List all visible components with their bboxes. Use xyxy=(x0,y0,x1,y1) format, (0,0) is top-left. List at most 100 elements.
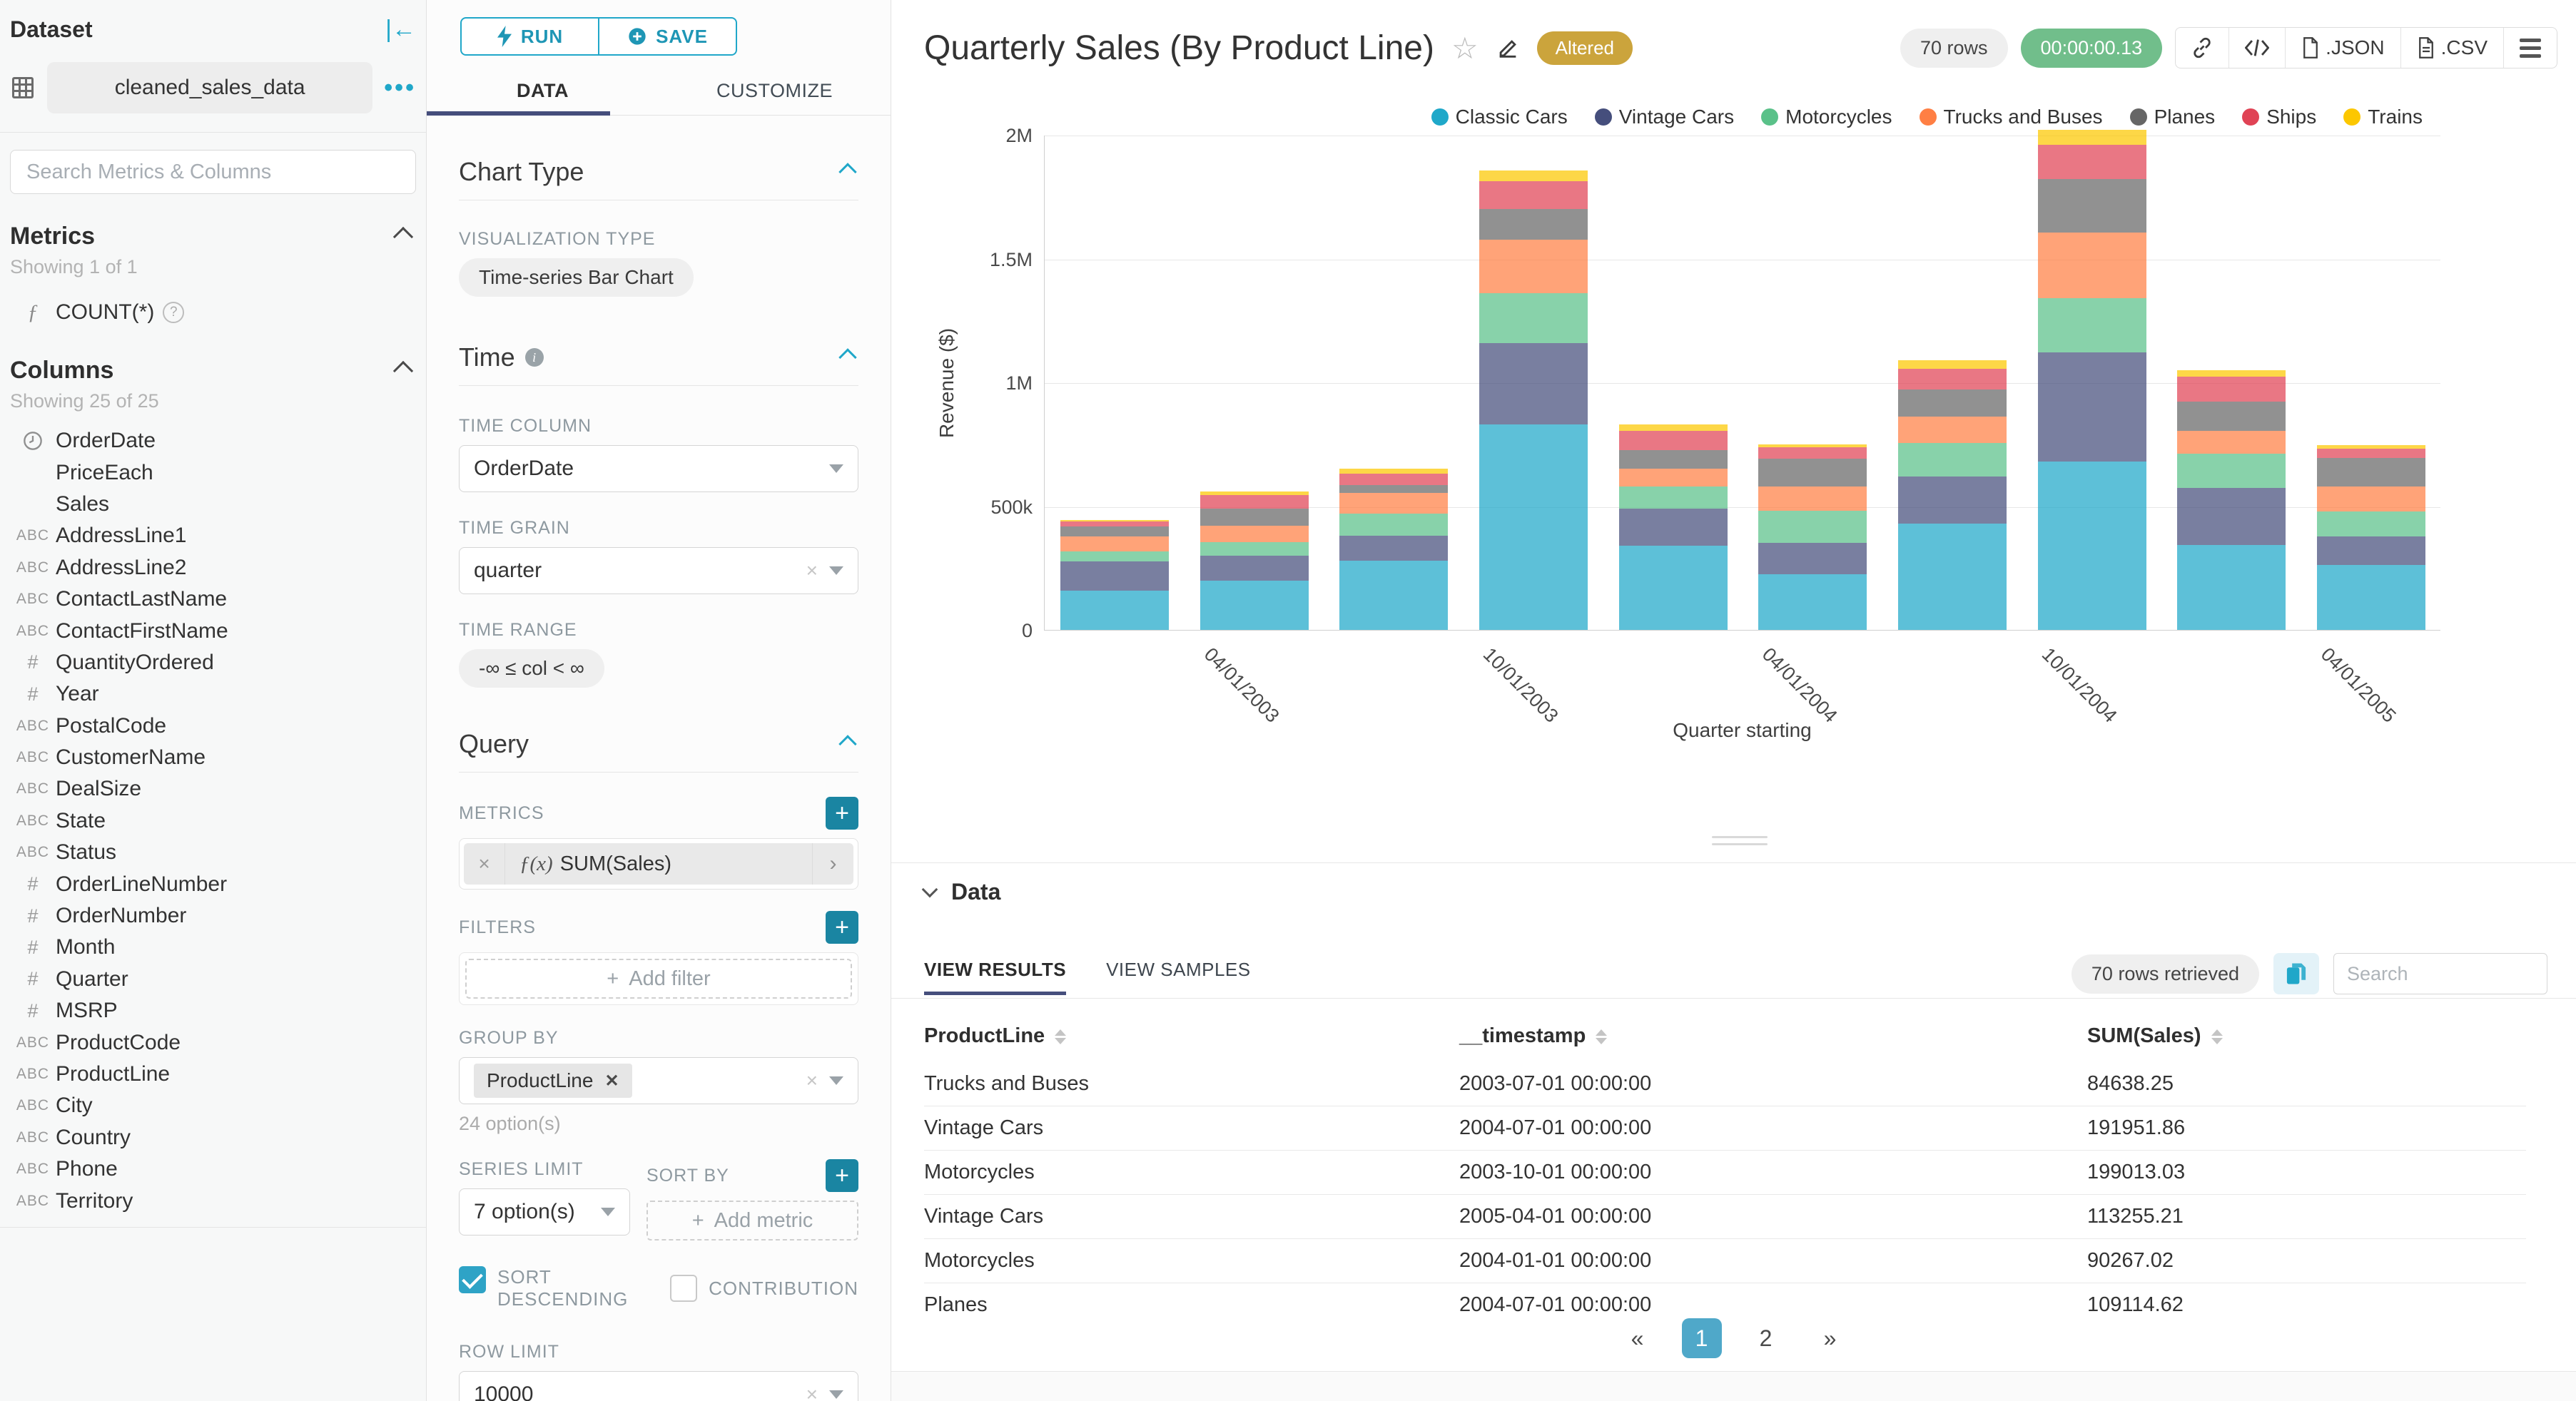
remove-chip-icon[interactable]: ✕ xyxy=(604,1071,619,1091)
column-name: OrderLineNumber xyxy=(56,872,228,896)
column-header-sum(sales)[interactable]: SUM(Sales) xyxy=(2087,1014,2526,1062)
data-collapse-icon[interactable] xyxy=(921,881,938,897)
clear-icon[interactable]: × xyxy=(806,1069,818,1092)
bar-segment-ships xyxy=(1758,447,1867,459)
menu-button[interactable] xyxy=(2503,28,2557,68)
number-type-icon: # xyxy=(27,905,39,927)
column-item-territory[interactable]: ABC Territory xyxy=(10,1185,416,1216)
pagination-page-2[interactable]: 2 xyxy=(1746,1318,1786,1358)
group-by-label: GROUP BY xyxy=(459,1028,559,1048)
chart-type-collapse-icon[interactable] xyxy=(838,163,857,181)
column-item-sales[interactable]: Sales xyxy=(10,489,416,520)
column-header-__timestamp[interactable]: __timestamp xyxy=(1459,1014,2087,1062)
column-item-contactfirstname[interactable]: ABC ContactFirstName xyxy=(10,615,416,646)
column-item-orderlinenumber[interactable]: # OrderLineNumber xyxy=(10,868,416,900)
add-filter-dropzone[interactable]: + Add filter xyxy=(465,959,852,999)
favorite-star-icon[interactable]: ☆ xyxy=(1451,31,1479,66)
viz-type-value[interactable]: Time-series Bar Chart xyxy=(459,258,694,297)
copy-data-button[interactable] xyxy=(2273,953,2319,994)
column-item-quarter[interactable]: # Quarter xyxy=(10,964,416,995)
sort-descending-checkbox[interactable] xyxy=(459,1266,486,1293)
column-item-status[interactable]: ABC Status xyxy=(10,837,416,868)
run-button[interactable]: RUN xyxy=(462,19,598,54)
copy-link-button[interactable] xyxy=(2176,28,2228,68)
legend-dot xyxy=(1594,108,1612,126)
clear-icon[interactable]: × xyxy=(806,1383,818,1401)
remove-metric-icon[interactable]: × xyxy=(464,843,505,885)
save-button[interactable]: SAVE xyxy=(598,19,736,54)
column-item-contactlastname[interactable]: ABC ContactLastName xyxy=(10,584,416,615)
search-metrics-columns-input[interactable] xyxy=(10,150,416,194)
series-limit-select[interactable]: 7 option(s) xyxy=(459,1188,630,1236)
legend-item-classic-cars[interactable]: Classic Cars xyxy=(1431,106,1568,128)
column-item-state[interactable]: ABC State xyxy=(10,805,416,837)
time-collapse-icon[interactable] xyxy=(838,348,857,367)
column-item-productcode[interactable]: ABC ProductCode xyxy=(10,1026,416,1058)
column-item-month[interactable]: # Month xyxy=(10,932,416,963)
pagination-page-1[interactable]: 1 xyxy=(1681,1318,1722,1358)
pagination-prev[interactable]: « xyxy=(1618,1318,1658,1358)
column-item-customername[interactable]: ABC CustomerName xyxy=(10,742,416,773)
column-item-dealsize[interactable]: ABC DealSize xyxy=(10,773,416,805)
metrics-collapse-icon[interactable] xyxy=(392,226,414,247)
column-header-productline[interactable]: ProductLine xyxy=(924,1014,1459,1062)
column-item-addressline2[interactable]: ABC AddressLine2 xyxy=(10,552,416,584)
dataset-selector[interactable]: cleaned_sales_data xyxy=(47,62,373,113)
legend-item-planes[interactable]: Planes xyxy=(2129,106,2215,128)
legend-item-vintage-cars[interactable]: Vintage Cars xyxy=(1594,106,1734,128)
time-column-select[interactable]: OrderDate xyxy=(459,445,858,492)
column-item-country[interactable]: ABC Country xyxy=(10,1122,416,1153)
row-count-badge: 70 rows xyxy=(1900,28,2008,68)
metric-pill[interactable]: × ƒ(x) SUM(Sales) › xyxy=(464,843,853,885)
column-item-city[interactable]: ABC City xyxy=(10,1090,416,1121)
column-name: Year xyxy=(56,682,99,706)
export-csv-button[interactable]: .CSV xyxy=(2400,28,2503,68)
embed-code-button[interactable] xyxy=(2228,28,2285,68)
time-range-value[interactable]: -∞ ≤ col < ∞ xyxy=(459,649,604,688)
column-item-orderdate[interactable]: OrderDate xyxy=(10,425,416,457)
bar-segment-vintage-cars xyxy=(1200,555,1309,581)
group-by-chip[interactable]: ProductLine ✕ xyxy=(474,1064,632,1098)
column-item-phone[interactable]: ABC Phone xyxy=(10,1153,416,1185)
tab-view-results[interactable]: VIEW RESULTS xyxy=(924,959,1067,995)
metric-item[interactable]: ƒ COUNT(*) ? xyxy=(10,297,416,328)
group-by-select[interactable]: ProductLine ✕ × xyxy=(459,1057,858,1104)
time-grain-select[interactable]: quarter × xyxy=(459,547,858,594)
resize-handle[interactable] xyxy=(1712,836,1768,850)
column-item-productline[interactable]: ABC ProductLine xyxy=(10,1059,416,1090)
collapse-panel-icon[interactable]: |← xyxy=(385,16,416,44)
clear-icon[interactable]: × xyxy=(806,559,818,582)
add-sort-metric-dropzone[interactable]: + Add metric xyxy=(646,1201,858,1240)
column-item-ordernumber[interactable]: # OrderNumber xyxy=(10,900,416,932)
tab-data[interactable]: DATA xyxy=(427,71,659,115)
legend-item-trains[interactable]: Trains xyxy=(2343,106,2423,128)
legend-item-ships[interactable]: Ships xyxy=(2242,106,2316,128)
bar-07/01/2003 xyxy=(1339,468,1449,630)
add-metric-button[interactable]: + xyxy=(826,797,858,830)
column-item-postalcode[interactable]: ABC PostalCode xyxy=(10,710,416,742)
column-item-year[interactable]: # Year xyxy=(10,678,416,710)
column-item-addressline1[interactable]: ABC AddressLine1 xyxy=(10,520,416,551)
query-collapse-icon[interactable] xyxy=(838,735,857,753)
row-limit-select[interactable]: 10000 × xyxy=(459,1371,858,1401)
edit-icon[interactable] xyxy=(1496,36,1520,61)
export-json-button[interactable]: .JSON xyxy=(2285,28,2400,68)
column-item-quantityordered[interactable]: # QuantityOrdered xyxy=(10,647,416,678)
column-header-label: __timestamp xyxy=(1459,1024,1586,1047)
chevron-right-icon[interactable]: › xyxy=(812,843,853,885)
bar-segment-vintage-cars xyxy=(2317,536,2426,565)
add-filter-button[interactable]: + xyxy=(826,911,858,944)
data-search-input[interactable] xyxy=(2333,953,2547,994)
pagination-next[interactable]: » xyxy=(1810,1318,1850,1358)
filters-container: + Add filter xyxy=(459,952,858,1005)
tab-view-samples[interactable]: VIEW SAMPLES xyxy=(1106,959,1251,994)
legend-item-trucks-and-buses[interactable]: Trucks and Buses xyxy=(1919,106,2103,128)
add-sort-metric-button[interactable]: + xyxy=(826,1159,858,1192)
tab-customize[interactable]: CUSTOMIZE xyxy=(659,71,891,115)
dataset-options-icon[interactable]: ••• xyxy=(384,74,416,102)
contribution-checkbox[interactable] xyxy=(670,1275,698,1302)
legend-item-motorcycles[interactable]: Motorcycles xyxy=(1761,106,1892,128)
column-item-msrp[interactable]: # MSRP xyxy=(10,995,416,1026)
columns-collapse-icon[interactable] xyxy=(392,360,414,381)
column-item-priceeach[interactable]: PriceEach xyxy=(10,457,416,488)
